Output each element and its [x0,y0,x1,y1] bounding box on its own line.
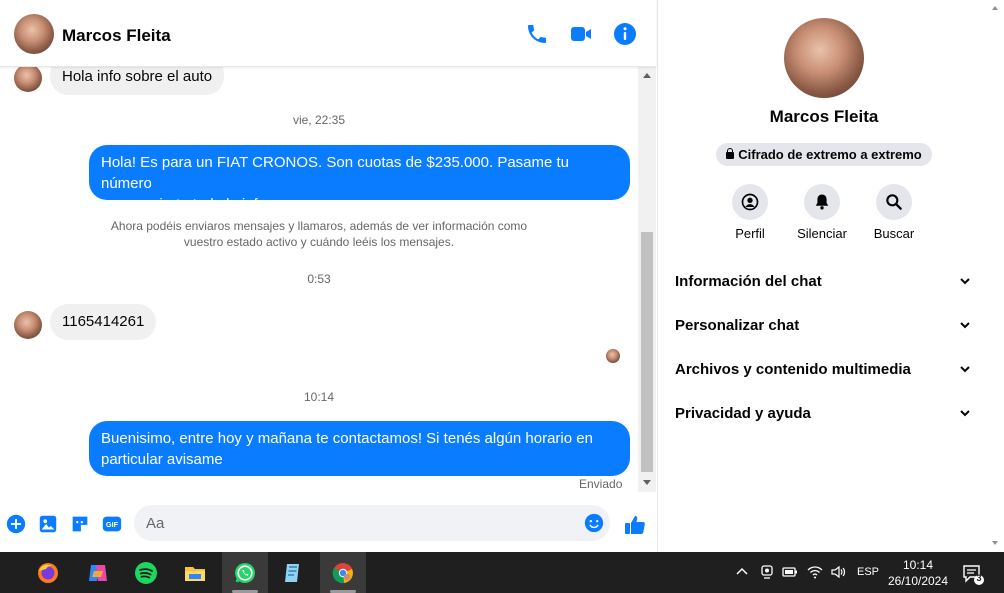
gif-icon[interactable]: GIF [101,513,123,535]
lock-icon [726,148,735,159]
message-list: Hola info sobre el auto vie, 22:35 Hola!… [0,67,638,497]
profile-action-label: Perfil [735,226,765,241]
page-scroll-up-arrow[interactable] [992,6,998,10]
file-explorer-icon[interactable] [172,552,218,593]
section-title: Archivos y contenido multimedia [675,361,911,378]
scroll-up-arrow[interactable] [643,73,651,78]
section-title: Personalizar chat [675,317,800,334]
scroll-thumb[interactable] [641,232,653,472]
spotify-icon[interactable] [123,552,169,593]
section-chat-info[interactable]: Información del chat [675,269,975,293]
message-input-box[interactable] [134,505,610,541]
message-line: para enviarte toda la info [101,196,267,213]
page-scroll-down-arrow[interactable] [992,541,998,545]
info-icon[interactable] [613,22,637,46]
encryption-badge[interactable]: Cifrado de extremo a extremo [716,143,932,166]
plus-icon[interactable] [5,513,27,535]
emoji-icon[interactable] [583,512,605,534]
chevron-down-icon [960,278,970,285]
conversation-info-panel: Marcos Fleita Cifrado de extremo a extre… [657,0,987,552]
sender-avatar[interactable] [14,311,42,339]
whatsapp-icon[interactable] [222,552,268,593]
system-notice: Ahora podéis enviaros mensajes y llamaro… [100,218,538,250]
sender-avatar[interactable] [14,67,42,92]
section-title: Información del chat [675,273,822,290]
webcam-icon[interactable] [759,564,775,580]
incoming-message[interactable]: 1165414261 [50,304,157,340]
video-camera-icon[interactable] [569,22,593,46]
mute-action[interactable]: Silenciar [782,184,862,241]
notification-count: 3 [976,573,982,583]
scroll-down-arrow[interactable] [643,480,651,485]
thumbs-up-icon[interactable] [623,513,647,537]
message-line: particular avisame [101,451,223,468]
firefox-icon[interactable] [25,552,71,593]
incoming-message[interactable]: Hola info sobre el auto [50,67,225,95]
windows-taskbar: ESP 10:14 26/10/2024 3 [0,552,1004,593]
mute-action-label: Silenciar [797,226,847,241]
contact-avatar[interactable] [14,14,54,54]
page-scrollbar[interactable] [987,0,1004,552]
volume-icon[interactable] [830,564,846,580]
chrome-icon[interactable] [320,552,366,593]
profile-name: Marcos Fleita [769,107,879,126]
screen: Marcos Fleita Hola info sobre el auto vi… [0,0,1004,593]
search-icon [876,184,912,220]
section-media-files[interactable]: Archivos y contenido multimedia [675,357,975,381]
system-clock[interactable]: 10:14 26/10/2024 [883,557,953,589]
copilot-icon[interactable] [75,552,121,593]
message-status: Enviado [579,477,623,491]
chevron-up-icon[interactable] [734,564,750,580]
sticker-icon[interactable] [69,513,91,535]
system-notice-line: vuestro estado activo y cuándo leéis los… [183,235,455,249]
battery-icon[interactable] [782,564,798,580]
input-language[interactable]: ESP [857,566,879,578]
encryption-badge-label: Cifrado de extremo a extremo [738,147,922,162]
profile-icon [732,184,768,220]
chevron-down-icon [960,322,970,329]
profile-avatar[interactable] [784,18,864,98]
section-title: Privacidad y ayuda [675,405,811,422]
clock-time: 10:14 [902,558,934,572]
chat-header: Marcos Fleita [0,0,656,67]
seen-indicator-avatar [606,349,620,363]
profile-action[interactable]: Perfil [710,184,790,241]
outgoing-message[interactable]: Buenisimo, entre hoy y mañana te contact… [89,421,630,476]
section-privacy-support[interactable]: Privacidad y ayuda [675,401,975,425]
timestamp: 0:53 [307,272,331,286]
notes-app-icon[interactable] [270,552,316,593]
system-notice-line: Ahora podéis enviaros mensajes y llamaro… [110,219,528,233]
bell-icon [804,184,840,220]
message-line: Buenisimo, entre hoy y mañana te contact… [101,430,593,447]
outgoing-message[interactable]: Hola! Es para un FIAT CRONOS. Son cuotas… [89,145,630,213]
chevron-down-icon [960,366,970,373]
clock-date: 26/10/2024 [887,574,949,588]
message-input[interactable] [146,513,576,533]
image-icon[interactable] [37,513,59,535]
section-customize-chat[interactable]: Personalizar chat [675,313,975,337]
phone-icon[interactable] [525,22,549,46]
search-action-label: Buscar [873,226,915,241]
search-action[interactable]: Buscar [854,184,934,241]
svg-text:GIF: GIF [106,520,119,529]
timestamp: vie, 22:35 [292,113,346,127]
message-line: Hola! Es para un FIAT CRONOS. Son cuotas… [101,154,570,192]
timestamp: 10:14 [303,390,335,404]
chevron-down-icon [960,410,970,417]
notification-center-icon[interactable]: 3 [962,563,984,585]
wifi-icon[interactable] [807,564,823,580]
chat-panel: Marcos Fleita Hola info sobre el auto vi… [0,0,656,552]
message-scrollbar[interactable] [638,67,656,492]
taskbar-edge [0,552,10,593]
contact-name[interactable]: Marcos Fleita [62,26,171,46]
composer: GIF [0,497,656,552]
